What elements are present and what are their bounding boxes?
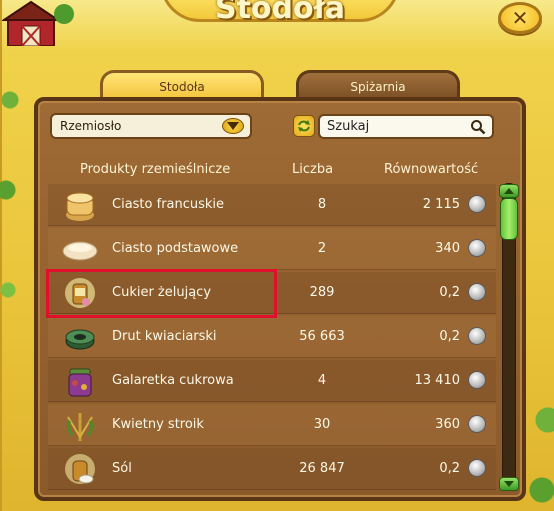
product-quantity: 2 <box>317 241 327 256</box>
product-value: 13 410 <box>414 373 461 388</box>
basic-dough-icon <box>62 241 98 261</box>
product-name: Ciasto podstawowe <box>112 241 239 256</box>
leaf-decoration-right <box>528 380 554 511</box>
product-value: 2 115 <box>422 197 460 212</box>
tab-barn-label: Stodoła <box>159 79 205 94</box>
selection-highlight <box>46 269 277 318</box>
product-name: Galaretka cukrowa <box>112 373 234 388</box>
search-input[interactable]: Szukaj <box>318 114 494 139</box>
search-input-text: Szukaj <box>327 119 370 134</box>
product-name: Sól <box>112 461 132 476</box>
category-select-value: Rzemiosło <box>60 119 122 133</box>
coin-icon <box>468 371 486 389</box>
close-icon: ✕ <box>511 6 529 30</box>
product-name: Kwietny stroik <box>112 417 204 432</box>
florist-wire-icon <box>65 329 95 350</box>
chevron-up-icon <box>504 188 514 194</box>
table-row[interactable]: Ciasto podstawowe 2 340 <box>48 228 496 270</box>
scroll-up-button[interactable] <box>499 184 519 198</box>
table-row[interactable]: Galaretka cukrowa 4 13 410 <box>48 360 496 402</box>
product-quantity: 26 847 <box>299 461 345 476</box>
table-row[interactable]: Ciasto francuskie 8 2 115 <box>48 184 496 226</box>
coin-icon <box>468 415 486 433</box>
scroll-down-button[interactable] <box>499 477 519 491</box>
product-quantity: 4 <box>317 373 327 388</box>
chevron-down-icon <box>504 481 514 487</box>
refresh-icon <box>298 120 310 132</box>
column-header-product[interactable]: Produkty rzemieślnicze <box>80 162 230 180</box>
sugar-jelly-jar-icon <box>68 368 92 397</box>
product-value: 0,2 <box>439 329 460 344</box>
salt-icon <box>65 454 95 484</box>
scrollbar-thumb[interactable] <box>500 198 518 240</box>
table-row[interactable]: Drut kwiaciarski 56 663 0,2 <box>48 316 496 358</box>
product-value: 0,2 <box>439 285 460 300</box>
tab-barn[interactable]: Stodoła <box>100 70 264 100</box>
close-button[interactable]: ✕ <box>498 2 542 34</box>
barn-logo-icon <box>0 0 74 47</box>
column-header-value[interactable]: Równowartość <box>384 162 478 180</box>
coin-icon <box>468 239 486 257</box>
chevron-down-icon[interactable] <box>222 118 244 134</box>
table-row[interactable]: Kwietny stroik 30 360 <box>48 404 496 446</box>
flower-decoration-icon <box>66 413 94 441</box>
window-title-plate: Stodoła <box>160 0 400 26</box>
product-value: 360 <box>435 417 460 432</box>
tab-pantry-label: Spiżarnia <box>350 79 406 94</box>
product-value: 340 <box>435 241 460 256</box>
product-name: Ciasto francuskie <box>112 197 225 212</box>
product-value: 0,2 <box>439 461 460 476</box>
refresh-button[interactable] <box>293 115 315 137</box>
product-quantity: 56 663 <box>299 329 345 344</box>
coin-icon <box>468 195 486 213</box>
column-header-quantity[interactable]: Liczba <box>292 162 333 180</box>
table-row[interactable]: Sól 26 847 0,2 <box>48 448 496 490</box>
tab-pantry[interactable]: Spiżarnia <box>296 70 460 100</box>
coin-icon <box>468 327 486 345</box>
product-name: Drut kwiaciarski <box>112 329 217 344</box>
search-icon[interactable] <box>470 119 486 135</box>
category-select[interactable]: Rzemiosło <box>50 113 252 139</box>
product-quantity: 8 <box>317 197 327 212</box>
product-quantity: 289 <box>309 285 335 300</box>
coin-icon <box>468 459 486 477</box>
product-quantity: 30 <box>313 417 331 432</box>
window-title: Stodoła <box>214 0 346 26</box>
puff-pastry-icon <box>66 192 94 221</box>
coin-icon <box>468 283 486 301</box>
leaf-decoration-left <box>0 80 22 340</box>
